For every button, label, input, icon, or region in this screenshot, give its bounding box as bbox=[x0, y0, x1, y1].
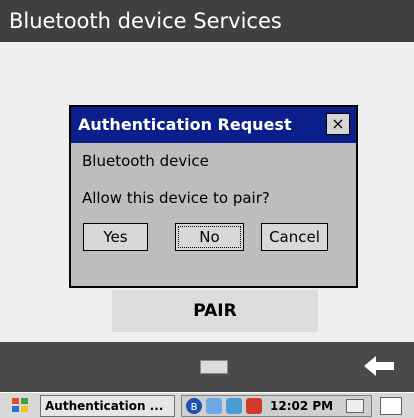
clock[interactable]: 12:02 PM bbox=[270, 396, 333, 416]
system-tray: ʙ 12:02 PM bbox=[181, 395, 372, 417]
dialog-device-label: Bluetooth device bbox=[82, 152, 209, 170]
dialog-question: Allow this device to pair? bbox=[82, 189, 270, 207]
taskbar: Authentication ... ʙ 12:02 PM bbox=[0, 392, 414, 418]
app-title: Bluetooth device Services bbox=[9, 9, 282, 33]
taskbar-task-authentication[interactable]: Authentication ... bbox=[40, 395, 175, 417]
cancel-button[interactable]: Cancel bbox=[261, 223, 328, 251]
network-icon[interactable] bbox=[206, 398, 222, 414]
volume-icon[interactable] bbox=[246, 398, 262, 414]
windows-start-icon[interactable] bbox=[10, 396, 32, 414]
bluetooth-icon[interactable]: ʙ bbox=[186, 398, 202, 414]
pair-button[interactable]: PAIR bbox=[112, 290, 318, 332]
authentication-dialog: Authentication Request × Bluetooth devic… bbox=[69, 105, 358, 288]
keyboard-tray-icon[interactable] bbox=[346, 399, 364, 413]
sync-icon[interactable] bbox=[226, 398, 242, 414]
back-arrow-icon[interactable] bbox=[362, 354, 396, 378]
yes-button[interactable]: Yes bbox=[83, 223, 148, 251]
dialog-title: Authentication Request bbox=[71, 107, 356, 143]
no-button[interactable]: No bbox=[175, 223, 244, 251]
dialog-close-button[interactable]: × bbox=[326, 113, 350, 135]
app-titlebar: Bluetooth device Services bbox=[0, 0, 414, 42]
keyboard-icon[interactable] bbox=[200, 360, 228, 374]
window-switcher-icon[interactable] bbox=[380, 397, 402, 415]
bottom-command-bar bbox=[0, 342, 414, 392]
